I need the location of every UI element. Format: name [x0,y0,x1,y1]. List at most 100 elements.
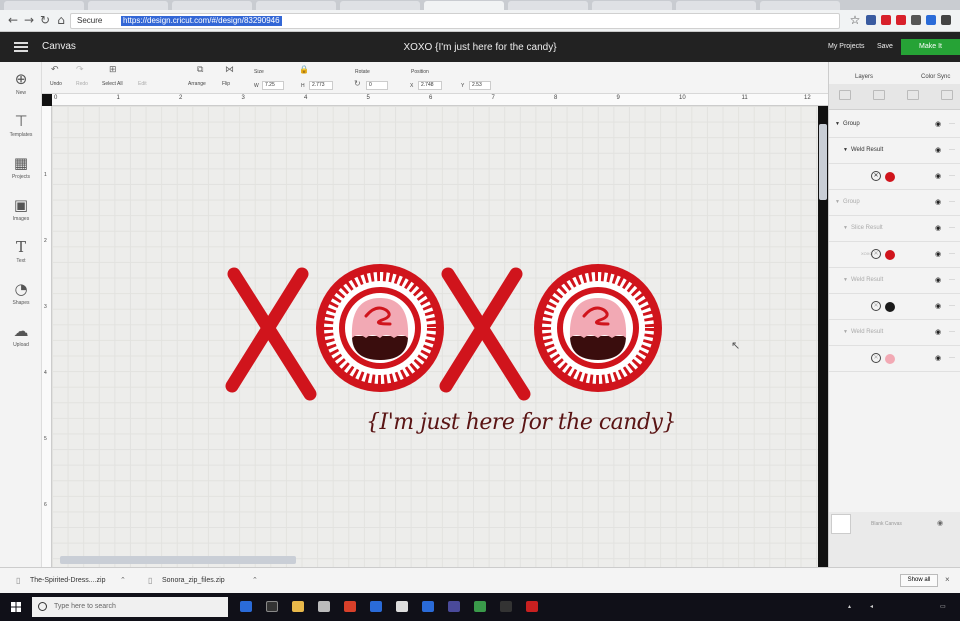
drag-handle-icon[interactable]: — [949,173,955,179]
height-input[interactable]: 2.773 [309,81,333,90]
show-all-button[interactable]: Show all [900,574,938,587]
mail-icon[interactable] [396,601,408,612]
drag-handle-icon[interactable]: — [949,251,955,257]
cut-operation-icon[interactable]: ✕ [871,353,881,363]
forward-icon[interactable]: → [22,13,36,27]
chevron-down-icon[interactable]: ▼ [835,121,840,127]
browser-tab[interactable] [592,1,672,10]
layer-color-swatch[interactable] [885,354,895,364]
sidebar-item-projects[interactable]: ▦ Projects [0,154,42,180]
layer-row[interactable]: ▼ Weld Result ◉ — [829,320,960,346]
x-input[interactable]: 2.748 [418,81,442,90]
app-icon[interactable] [422,601,434,612]
layer-color-swatch[interactable] [885,172,895,182]
extension-icon[interactable] [866,15,876,25]
extension-icon[interactable] [941,15,951,25]
app-icon[interactable] [370,601,382,612]
flip-icon[interactable]: ⋈ [225,65,234,75]
close-icon[interactable]: × [945,575,950,584]
drag-handle-icon[interactable]: — [949,277,955,283]
home-icon[interactable]: ⌂ [54,13,68,27]
app-icon[interactable] [474,601,486,612]
reload-icon[interactable]: ↻ [38,13,52,27]
browser-tab[interactable] [88,1,168,10]
chevron-down-icon[interactable]: ▼ [835,199,840,205]
extension-icon[interactable] [926,15,936,25]
windows-start-icon[interactable] [11,602,21,612]
visibility-eye-icon[interactable]: ◉ [935,224,941,232]
sidebar-item-new[interactable]: ⊕ New [0,70,42,96]
drag-handle-icon[interactable]: — [949,225,955,231]
pinterest-icon[interactable] [881,15,891,25]
visibility-eye-icon[interactable]: ◉ [935,250,941,258]
drag-handle-icon[interactable]: — [949,355,955,361]
visibility-eye-icon[interactable]: ◉ [935,198,941,206]
tab-color-sync[interactable]: Color Sync [921,74,950,80]
browser-tab[interactable] [676,1,756,10]
save-link[interactable]: Save [877,43,893,50]
blank-canvas-swatch[interactable] [831,514,851,534]
chevron-up-icon[interactable]: ⌃ [252,576,258,584]
download-item-1[interactable]: The-Spirited-Dress....zip [30,577,105,584]
back-icon[interactable]: ← [6,13,20,27]
extension-icon[interactable] [911,15,921,25]
arrange-icon[interactable]: ⧉ [197,65,203,75]
layer-color-swatch[interactable] [885,250,895,260]
app-icon[interactable] [448,601,460,612]
drag-handle-icon[interactable]: — [949,121,955,127]
chevron-down-icon[interactable]: ▼ [843,147,848,153]
visibility-eye-icon[interactable]: ◉ [935,302,941,310]
sidebar-item-upload[interactable]: ☁ Upload [0,322,42,348]
edit-button[interactable]: Edit [138,81,147,87]
layer-color-swatch[interactable] [885,302,895,312]
browser-tab[interactable] [172,1,252,10]
visibility-eye-icon[interactable]: ◉ [935,120,941,128]
layer-row[interactable]: ▼ Group ◉ — [829,112,960,138]
visibility-eye-icon[interactable]: ◉ [935,146,941,154]
group-icon[interactable] [839,90,851,100]
layer-row[interactable]: ✕ ◉ — [829,346,960,372]
download-item-2[interactable]: Sonora_zip_files.zip [162,577,225,584]
taskbar-search-input[interactable]: Type here to search [32,597,228,617]
chevron-down-icon[interactable]: ▼ [843,277,848,283]
url-field[interactable]: Secure https://design.cricut.com/#/desig… [70,13,840,29]
chevron-down-icon[interactable]: ▼ [843,225,848,231]
sidebar-item-templates[interactable]: ⊤ Templates [0,112,42,138]
sidebar-item-shapes[interactable]: ◔ Shapes [0,280,42,306]
browser-tab[interactable] [4,1,84,10]
redo-button[interactable]: Redo [76,81,88,87]
lock-icon[interactable]: 🔒 [299,65,309,74]
tab-layers[interactable]: Layers [855,74,873,80]
flip-button[interactable]: Flip [222,81,230,87]
visibility-eye-icon[interactable]: ◉ [935,172,941,180]
delete-icon[interactable] [941,90,953,100]
hide-canvas-icon[interactable]: ◉ [937,519,943,527]
chevron-up-icon[interactable]: ⌃ [120,576,126,584]
task-view-icon[interactable] [266,601,278,612]
sidebar-item-images[interactable]: ▣ Images [0,196,42,222]
edge-icon[interactable] [240,601,252,612]
make-it-button[interactable]: Make It [901,39,960,55]
volume-icon[interactable]: ◂ [870,603,873,610]
ungroup-icon[interactable] [873,90,885,100]
browser-tab[interactable] [256,1,336,10]
layer-row[interactable]: ▼ Weld Result ◉ — [829,138,960,164]
app-icon[interactable] [500,601,512,612]
chevron-down-icon[interactable]: ▼ [843,329,848,335]
cut-operation-icon[interactable]: ✕ [871,249,881,259]
y-input[interactable]: 2.53 [469,81,491,90]
url-text[interactable]: https://design.cricut.com/#/design/83290… [121,16,282,26]
extension-icon[interactable] [896,15,906,25]
browser-tab[interactable] [340,1,420,10]
browser-tab[interactable] [760,1,840,10]
drag-handle-icon[interactable]: — [949,303,955,309]
undo-button[interactable]: Undo [50,81,62,87]
layer-row[interactable]: XOXO ✕ ◉ — [829,242,960,268]
drag-handle-icon[interactable]: — [949,199,955,205]
browser-tab[interactable] [508,1,588,10]
layer-row[interactable]: ✕ ◉ — [829,294,960,320]
visibility-eye-icon[interactable]: ◉ [935,328,941,336]
vertical-scrollbar[interactable] [819,124,827,200]
notifications-icon[interactable]: ▭ [940,603,946,610]
undo-icon[interactable]: ↶ [51,65,59,75]
